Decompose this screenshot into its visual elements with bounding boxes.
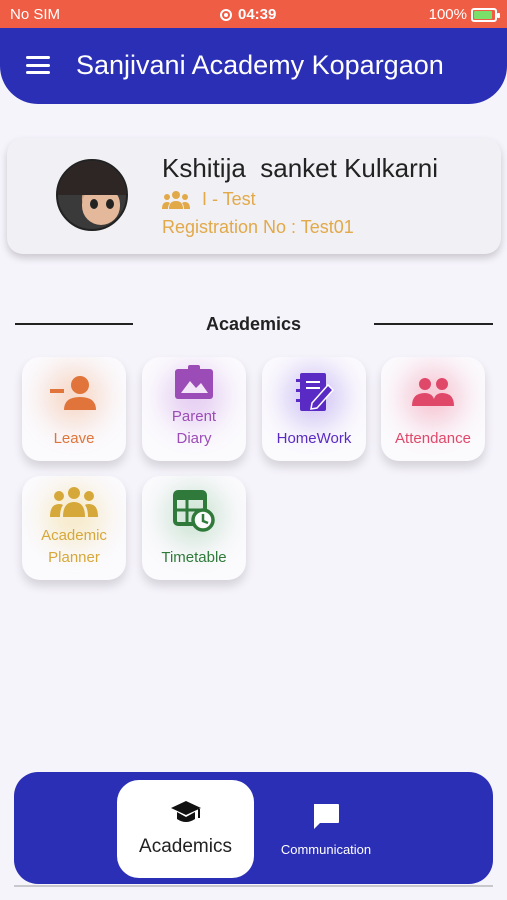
tile-parent-diary[interactable]: Parent Diary: [142, 357, 246, 461]
tile-homework[interactable]: HomeWork: [262, 357, 366, 461]
battery-status: 100%: [428, 6, 500, 23]
clock-time: 04:39: [238, 6, 277, 23]
timetable-icon: [142, 490, 246, 532]
app-title: Sanjivani Academy Kopargaon: [76, 50, 444, 80]
battery-icon: [471, 7, 500, 22]
profile-card[interactable]: Kshitija sanket Kulkarni I - Test Regist…: [7, 138, 501, 254]
home-indicator: [14, 885, 493, 887]
nav-academics[interactable]: Academics: [117, 780, 254, 878]
nav-communication[interactable]: Communication: [266, 802, 386, 857]
student-name: Kshitija sanket Kulkarni: [162, 153, 439, 183]
photo-album-icon: [142, 365, 246, 401]
recording-icon: [220, 8, 232, 21]
attendance-icon: [381, 377, 485, 407]
nav-label: Communication: [280, 842, 372, 857]
bottom-navigation: Academics Communication: [14, 772, 493, 884]
chat-icon: [314, 804, 339, 829]
tile-label: Parent Diary: [171, 408, 217, 447]
class-info: I - Test: [162, 189, 256, 210]
clock: 04:39: [220, 6, 276, 23]
planner-icon: [22, 486, 126, 518]
tile-academic-planner[interactable]: Academic Planner: [22, 476, 126, 580]
homework-icon: [262, 371, 366, 415]
registration-number: Registration No : Test01: [162, 217, 354, 237]
tile-label: Leave: [53, 430, 95, 447]
tile-attendance[interactable]: Attendance: [381, 357, 485, 461]
class-name: I - Test: [202, 189, 256, 209]
tile-timetable[interactable]: Timetable: [142, 476, 246, 580]
tile-label: Attendance: [395, 430, 471, 447]
nav-label: Academics: [139, 836, 232, 857]
tile-leave[interactable]: Leave: [22, 357, 126, 461]
group-icon: [162, 190, 190, 209]
tile-label: Academic Planner: [41, 527, 107, 566]
battery-percent: 100%: [428, 6, 467, 23]
tile-label: HomeWork: [276, 430, 352, 447]
tile-label: Timetable: [161, 549, 227, 566]
hamburger-menu-icon[interactable]: [26, 56, 50, 74]
app-bar: Sanjivani Academy Kopargaon: [0, 28, 507, 104]
graduation-cap-icon: [170, 801, 201, 822]
avatar: [56, 159, 128, 231]
status-bar: No SIM 04:39 100%: [0, 0, 507, 28]
leave-icon: [22, 375, 126, 411]
carrier-label: No SIM: [10, 6, 61, 23]
divider-right: [374, 323, 493, 325]
